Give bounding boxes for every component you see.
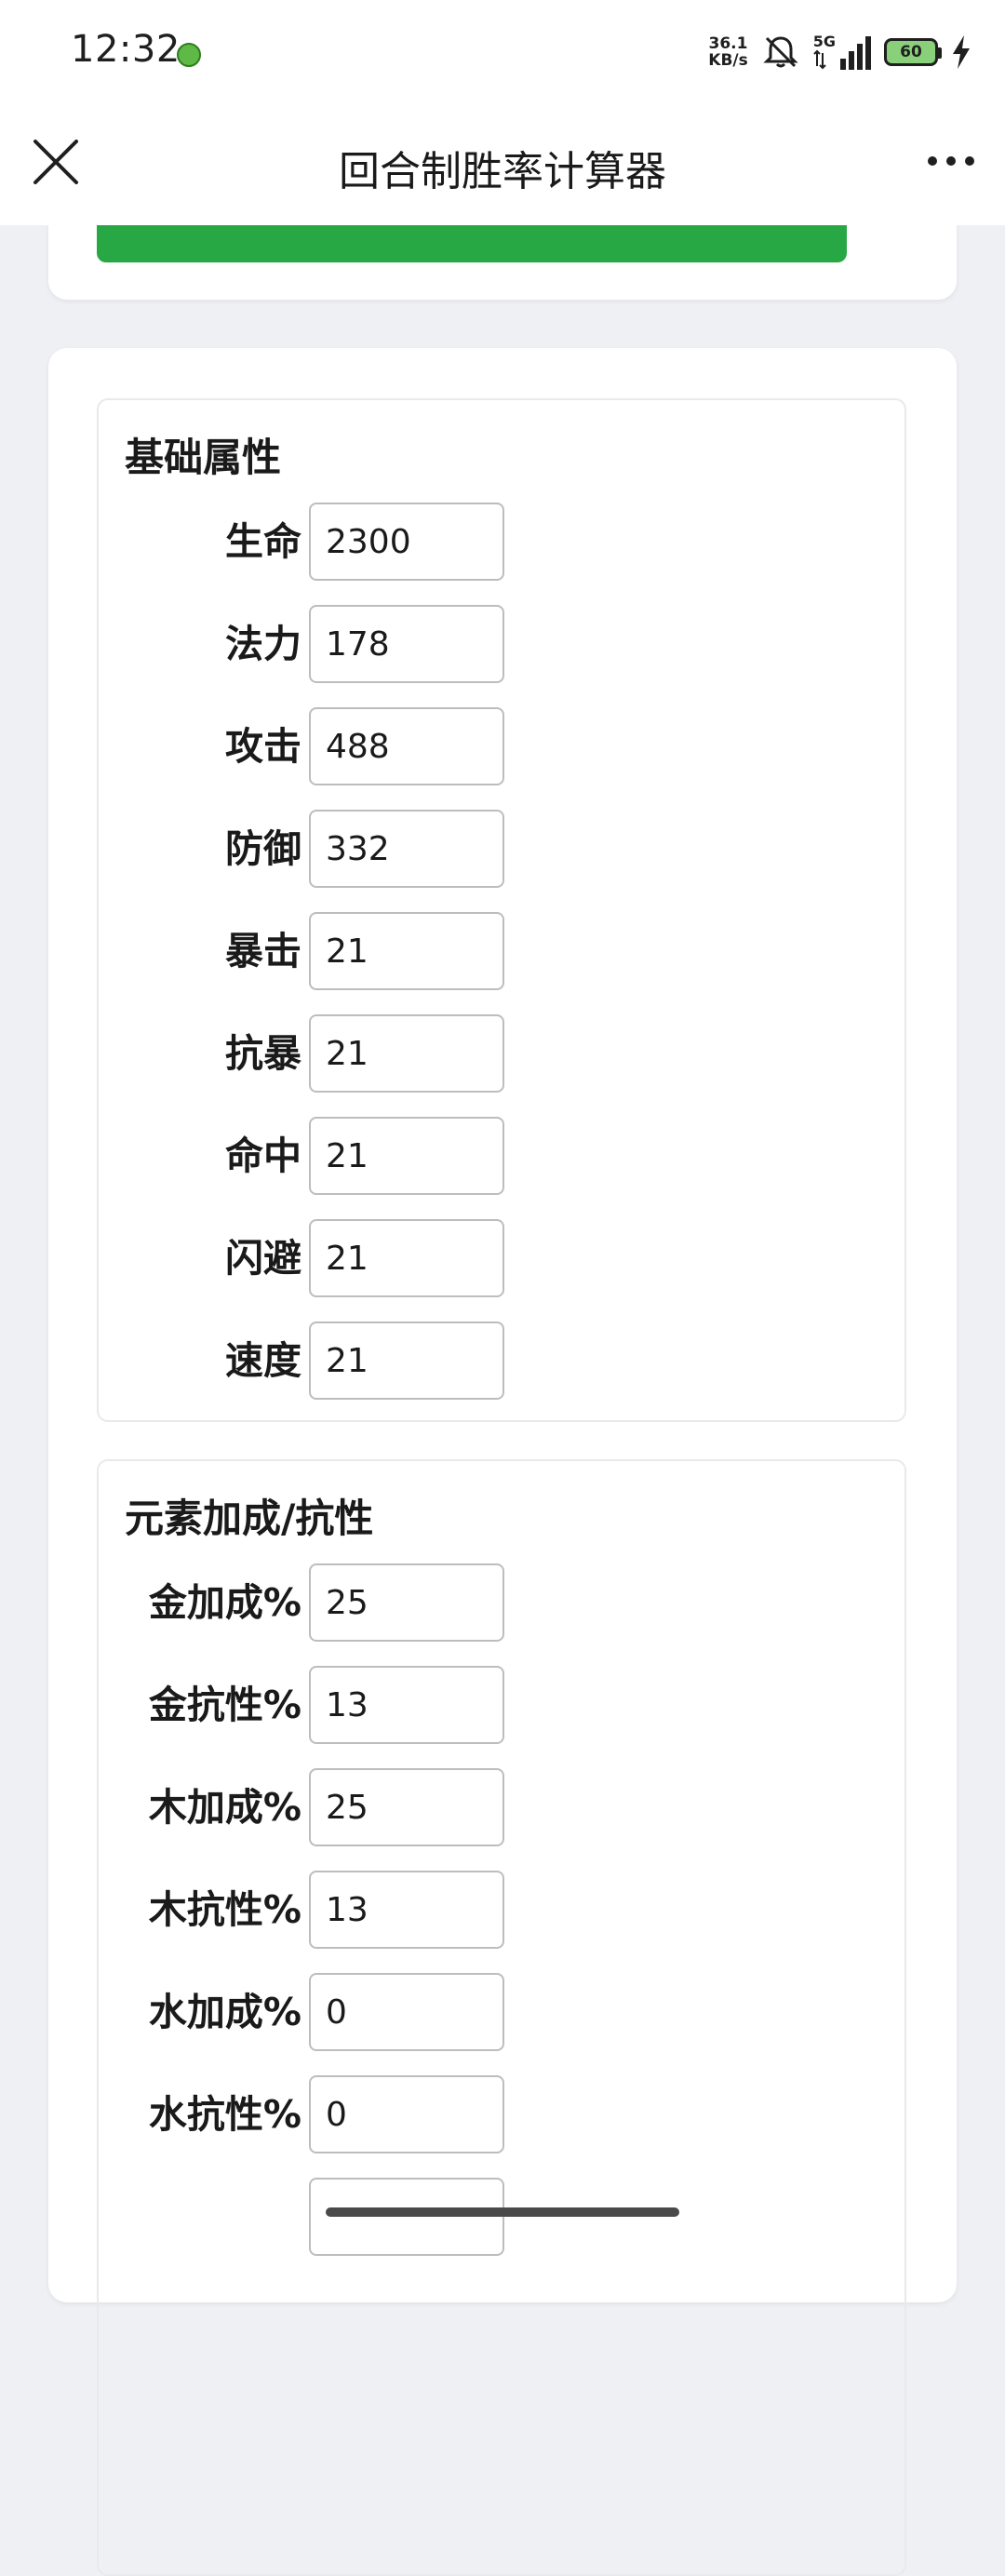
mute-bell-icon [763, 36, 798, 68]
section-title-element: 元素加成/抗性 [125, 1496, 374, 1541]
field-label: 水加成% [148, 1990, 302, 2034]
battery-icon: 60 [884, 38, 942, 66]
field-label: 金抗性% [148, 1683, 302, 1727]
field-label: 攻击 [225, 724, 302, 769]
signal-bars-icon [840, 36, 871, 70]
field-row: 水加成% [99, 1973, 904, 2051]
network-speed: 36.1 KB/s [708, 35, 747, 69]
more-options-button[interactable] [923, 138, 979, 184]
network-speed-value: 36.1 [708, 34, 748, 53]
field-row: 命中 [99, 1117, 904, 1195]
field-row: 闪避 [99, 1219, 904, 1297]
home-indicator[interactable] [326, 2207, 679, 2217]
speed-input[interactable] [309, 1322, 504, 1400]
field-row: 抗暴 [99, 1014, 904, 1093]
data-arrows-icon [813, 49, 826, 70]
app-notification-icon [177, 43, 201, 67]
more-dots-icon [928, 156, 974, 166]
basic-attributes-section: 基础属性 生命 法力 攻击 防御 暴击 抗暴 命中 闪 [97, 398, 906, 1422]
field-row: 生命 [99, 503, 904, 581]
mp-input[interactable] [309, 605, 504, 683]
water-resist-input[interactable] [309, 2075, 504, 2153]
field-label: 速度 [225, 1338, 302, 1383]
field-label: 生命 [225, 519, 302, 564]
attack-input[interactable] [309, 707, 504, 785]
field-row: 法力 [99, 605, 904, 683]
element-bonus-section: 元素加成/抗性 金加成% 金抗性% 木加成% 木抗性% 水加成% 水抗性% [97, 1459, 906, 2576]
field-row: 木抗性% [99, 1871, 904, 1949]
field-row: 攻击 [99, 707, 904, 785]
status-time: 12:32 [71, 28, 181, 71]
field-row-partial [99, 2178, 904, 2256]
crit-resist-input[interactable] [309, 1014, 504, 1093]
field-label: 水抗性% [148, 2092, 302, 2137]
defense-input[interactable] [309, 810, 504, 888]
field-label: 抗暴 [225, 1031, 302, 1076]
field-row: 金加成% [99, 1563, 904, 1642]
battery-level: 60 [900, 43, 922, 61]
page-title: 回合制胜率计算器 [339, 148, 666, 195]
field-label: 法力 [225, 622, 302, 666]
charging-bolt-icon [953, 35, 970, 69]
next-element-input[interactable] [309, 2178, 504, 2256]
field-label: 防御 [225, 826, 302, 871]
field-row: 水抗性% [99, 2075, 904, 2153]
dodge-input[interactable] [309, 1219, 504, 1297]
field-row: 金抗性% [99, 1666, 904, 1744]
field-label: 命中 [225, 1134, 302, 1178]
app-header: 回合制胜率计算器 [0, 110, 1005, 225]
crit-input[interactable] [309, 912, 504, 990]
status-bar: 12:32 36.1 KB/s 5G 60 [0, 0, 1005, 110]
section-title-basic: 基础属性 [125, 435, 282, 480]
field-label: 闪避 [225, 1236, 302, 1281]
wood-bonus-input[interactable] [309, 1768, 504, 1846]
hp-input[interactable] [309, 503, 504, 581]
field-row: 防御 [99, 810, 904, 888]
network-speed-unit: KB/s [708, 51, 748, 70]
signal-group: 5G [813, 34, 871, 70]
field-label: 木抗性% [148, 1887, 302, 1932]
metal-bonus-input[interactable] [309, 1563, 504, 1642]
network-type: 5G [812, 33, 836, 50]
field-row: 木加成% [99, 1768, 904, 1846]
status-icons: 36.1 KB/s 5G 60 [708, 30, 972, 74]
metal-resist-input[interactable] [309, 1666, 504, 1744]
field-label: 金加成% [148, 1580, 302, 1625]
field-label: 暴击 [225, 929, 302, 973]
wood-resist-input[interactable] [309, 1871, 504, 1949]
field-label: 木加成% [148, 1785, 302, 1830]
field-row: 速度 [99, 1322, 904, 1400]
attribute-card: 基础属性 生命 法力 攻击 防御 暴击 抗暴 命中 闪 [48, 348, 957, 2576]
water-bonus-input[interactable] [309, 1973, 504, 2051]
hit-input[interactable] [309, 1117, 504, 1195]
field-row: 暴击 [99, 912, 904, 990]
